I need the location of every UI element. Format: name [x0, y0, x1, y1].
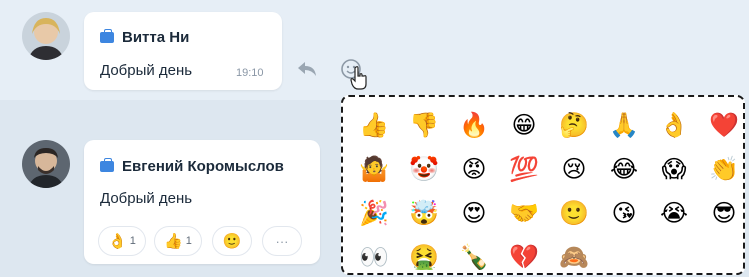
emoji-option[interactable]: 🤝: [499, 191, 549, 235]
emoji-option[interactable]: ❤️: [699, 103, 749, 147]
emoji-option[interactable]: 👍: [349, 103, 399, 147]
hand-cursor-icon: [350, 66, 368, 95]
emoji-picker: 👍 👎 🔥 😁 🤔 🙏 👌 ❤️ 🤷 🤡 😡 💯 😢 😂 😱 👏 🎉 🤯 😍 🤝 🙂 😘 😭 😎 👀 🤮 🍾 💔 🙈: [341, 95, 745, 275]
message-text: Добрый день: [100, 62, 193, 79]
reaction-chip[interactable]: 👌 1: [98, 226, 146, 256]
reaction-count: 1: [129, 235, 136, 247]
emoji-option[interactable]: 🙂: [549, 191, 599, 235]
smile-icon: 🙂: [222, 233, 242, 250]
emoji-option[interactable]: 💔: [499, 235, 549, 277]
message-time: 19:10: [236, 67, 264, 79]
emoji-option[interactable]: 😎: [699, 191, 749, 235]
briefcase-icon: [100, 29, 114, 43]
emoji-option[interactable]: 🤡: [399, 147, 449, 191]
emoji-option[interactable]: 😱: [649, 147, 699, 191]
emoji-option[interactable]: 🙏: [599, 103, 649, 147]
reaction-emoji: 👍: [164, 233, 183, 250]
reply-icon[interactable]: [296, 60, 318, 81]
emoji-option[interactable]: 👀: [349, 235, 399, 277]
emoji-option[interactable]: 😘: [599, 191, 649, 235]
reaction-count: 1: [185, 235, 192, 247]
avatar[interactable]: [22, 140, 70, 188]
emoji-option[interactable]: 🤔: [549, 103, 599, 147]
emoji-option[interactable]: 😂: [599, 147, 649, 191]
emoji-option[interactable]: 👎: [399, 103, 449, 147]
emoji-grid: 👍 👎 🔥 😁 🤔 🙏 👌 ❤️ 🤷 🤡 😡 💯 😢 😂 😱 👏 🎉 🤯 😍 🤝 🙂 😘 😭 😎 👀 🤮 🍾 💔 🙈: [349, 103, 743, 277]
more-reactions-button[interactable]: ···: [262, 226, 302, 256]
reaction-emoji: 👌: [108, 233, 127, 250]
emoji-option[interactable]: 😭: [649, 191, 699, 235]
briefcase-icon: [100, 158, 114, 172]
message-sender[interactable]: Витта Ни: [100, 29, 189, 46]
emoji-option[interactable]: 🙈: [549, 235, 599, 277]
sender-name: Евгений Коромыслов: [122, 158, 284, 175]
emoji-option[interactable]: 🤮: [399, 235, 449, 277]
emoji-option[interactable]: 😢: [549, 147, 599, 191]
emoji-option[interactable]: 😡: [449, 147, 499, 191]
emoji-option[interactable]: 🎉: [349, 191, 399, 235]
emoji-option[interactable]: 🤯: [399, 191, 449, 235]
emoji-option[interactable]: 👌: [649, 103, 699, 147]
emoji-option[interactable]: 😍: [449, 191, 499, 235]
emoji-option[interactable]: 💯: [499, 147, 549, 191]
more-icon: ···: [275, 233, 289, 249]
add-reaction-button[interactable]: 🙂: [212, 226, 252, 256]
emoji-option[interactable]: 😁: [499, 103, 549, 147]
emoji-option[interactable]: 🤷: [349, 147, 399, 191]
message-sender[interactable]: Евгений Коромыслов: [100, 158, 284, 175]
emoji-option[interactable]: 👏: [699, 147, 749, 191]
emoji-option[interactable]: 🍾: [449, 235, 499, 277]
avatar[interactable]: [22, 12, 70, 60]
emoji-option[interactable]: 🔥: [449, 103, 499, 147]
reaction-chip[interactable]: 👍 1: [154, 226, 202, 256]
sender-name: Витта Ни: [122, 29, 190, 46]
message-text: Добрый день: [100, 190, 193, 207]
